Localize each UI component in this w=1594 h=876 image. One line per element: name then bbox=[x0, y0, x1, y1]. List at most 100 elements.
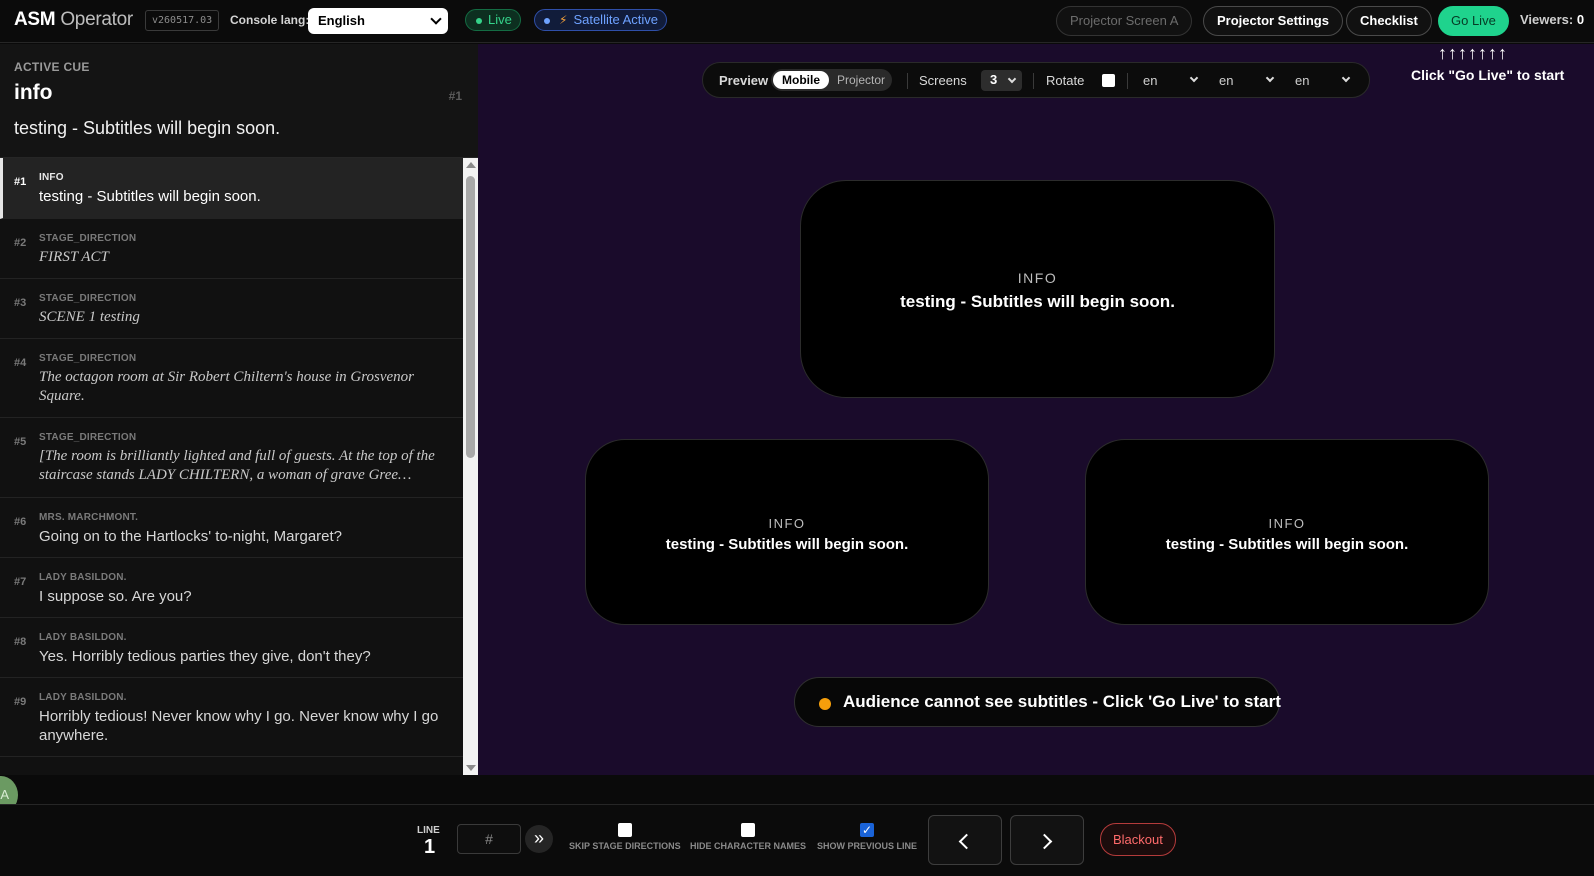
viewers-count: Viewers: 0 bbox=[1520, 12, 1584, 27]
screen-2-lang-value: en bbox=[1219, 73, 1234, 88]
mode-mobile-button[interactable]: Mobile bbox=[773, 71, 829, 89]
cue-type: STAGE_DIRECTION bbox=[39, 353, 137, 364]
cue-row[interactable]: #1 INFO testing - Subtitles will begin soo… bbox=[0, 158, 463, 219]
scroll-up-icon[interactable] bbox=[466, 162, 476, 168]
cue-type: LADY BASILDON. bbox=[39, 692, 127, 703]
mode-projector-button[interactable]: Projector bbox=[835, 69, 887, 91]
cue-row[interactable]: #3 STAGE_DIRECTION SCENE 1 testing bbox=[0, 279, 463, 339]
lightning-icon: ⚡ bbox=[559, 13, 568, 27]
cue-text: [The room is brilliantly lighted and ful… bbox=[39, 448, 435, 483]
previous-cue-button[interactable] bbox=[928, 815, 1002, 865]
cue-text: The octagon room at Sir Robert Chiltern'… bbox=[39, 369, 414, 404]
rotate-label: Rotate bbox=[1046, 73, 1085, 88]
cue-number: #1 bbox=[14, 176, 27, 188]
console-lang-label: Console lang: bbox=[230, 13, 310, 27]
screen-2-lang-select[interactable]: en bbox=[1219, 73, 1279, 88]
console-lang-value: English bbox=[318, 13, 365, 28]
active-cue-type: info bbox=[14, 81, 53, 104]
cue-text: SCENE 1 testing bbox=[39, 309, 140, 325]
cue-number: #6 bbox=[14, 516, 27, 528]
cue-row[interactable]: #7 LADY BASILDON. I suppose so. Are you? bbox=[0, 558, 463, 618]
projector-screen-button[interactable]: Projector Screen A bbox=[1056, 6, 1193, 36]
checklist-button[interactable]: Checklist bbox=[1346, 6, 1432, 36]
hide-character-names-option[interactable]: HIDE CHARACTER NAMES bbox=[690, 823, 806, 851]
chevron-left-icon bbox=[958, 833, 975, 850]
brand-name: ASM bbox=[14, 9, 56, 30]
show-previous-line-label: SHOW PREVIOUS LINE bbox=[817, 841, 918, 851]
screen-1-lang-select[interactable]: en bbox=[1143, 73, 1203, 88]
preview-screen-3: INFO testing - Subtitles will begin soon… bbox=[1085, 439, 1489, 625]
preview-label: Preview bbox=[719, 73, 769, 88]
cue-number: #2 bbox=[14, 237, 27, 249]
cue-type: INFO bbox=[39, 172, 64, 183]
active-cue-text: testing - Subtitles will begin soon. bbox=[14, 118, 281, 138]
console-lang-select[interactable]: English bbox=[308, 8, 448, 34]
cue-text: I suppose so. Are you? bbox=[39, 588, 192, 605]
cue-row[interactable]: #8 LADY BASILDON. Yes. Horribly tedious pa… bbox=[0, 618, 463, 678]
skip-stage-directions-checkbox[interactable] bbox=[617, 823, 632, 837]
cue-text: Going on to the Hartlocks' to-night, Mar… bbox=[39, 528, 343, 545]
blackout-button[interactable]: Blackout bbox=[1100, 823, 1176, 856]
scroll-down-icon[interactable] bbox=[466, 765, 476, 771]
show-previous-line-option[interactable]: ✓ SHOW PREVIOUS LINE bbox=[817, 823, 917, 851]
viewers-label: Viewers: bbox=[1520, 12, 1574, 27]
screens-label: Screens bbox=[919, 73, 967, 88]
preview-mode-toggle[interactable]: Mobile Projector bbox=[771, 69, 892, 91]
screen-1-lang-value: en bbox=[1143, 73, 1158, 88]
jump-to-line-button[interactable]: » bbox=[525, 825, 553, 853]
divider bbox=[1127, 73, 1128, 89]
chevron-down-icon bbox=[1007, 74, 1017, 84]
cue-row[interactable]: #4 STAGE_DIRECTION The octagon room at Sir… bbox=[0, 339, 463, 418]
cue-type: LADY BASILDON. bbox=[39, 632, 127, 643]
cue-number: #7 bbox=[14, 576, 27, 588]
screens-select[interactable]: 3 bbox=[981, 70, 1022, 91]
cue-type: STAGE_DIRECTION bbox=[39, 432, 137, 443]
projector-settings-button[interactable]: Projector Settings bbox=[1203, 6, 1343, 36]
screen-cue-text: testing - Subtitles will begin soon. bbox=[665, 536, 909, 553]
warning-dot-icon bbox=[819, 698, 831, 710]
top-bar: ASM Operator v260517.03 Console lang: Eng… bbox=[0, 0, 1594, 43]
cue-row[interactable]: #6 MRS. MARCHMONT. Going on to the Hartloc… bbox=[0, 498, 463, 558]
go-live-hint-arrows: ↑↑↑↑↑↑↑ bbox=[1438, 43, 1508, 63]
cue-row[interactable]: #5 STAGE_DIRECTION [The room is brilliantl… bbox=[0, 418, 463, 498]
divider bbox=[907, 73, 908, 89]
active-cue-panel: ACTIVE CUE info #1 testing - Subtitles w… bbox=[0, 44, 478, 158]
hide-character-names-checkbox[interactable] bbox=[741, 823, 755, 837]
scroll-thumb[interactable] bbox=[466, 176, 475, 458]
cue-type: STAGE_DIRECTION bbox=[39, 293, 137, 304]
cue-number: #5 bbox=[14, 436, 27, 448]
brand-subtitle: Operator bbox=[60, 9, 133, 30]
cue-text: FIRST ACT bbox=[39, 249, 109, 265]
hide-character-names-label: HIDE CHARACTER NAMES bbox=[690, 841, 807, 851]
cue-list[interactable]: #1 INFO testing - Subtitles will begin soo… bbox=[0, 158, 463, 775]
cue-text: Yes. Horribly tedious parties they give,… bbox=[39, 648, 371, 665]
cue-text: Horribly tedious! Never know why I go. N… bbox=[39, 708, 439, 744]
audience-notice-text: Audience cannot see subtitles - Click 'G… bbox=[843, 692, 1281, 711]
show-previous-line-checkbox[interactable]: ✓ bbox=[860, 823, 874, 837]
cue-number: #9 bbox=[14, 696, 27, 708]
preview-screen-2: INFO testing - Subtitles will begin soon… bbox=[585, 439, 989, 625]
viewers-value: 0 bbox=[1576, 12, 1585, 27]
screen-cue-text: testing - Subtitles will begin soon. bbox=[900, 292, 1175, 311]
screen-3-lang-select[interactable]: en bbox=[1295, 73, 1355, 88]
satellite-status-badge: ⚡ Satellite Active bbox=[534, 9, 667, 31]
chevron-down-icon bbox=[430, 13, 442, 25]
cue-row[interactable]: #9 LADY BASILDON. Horribly tedious! Never … bbox=[0, 678, 463, 757]
active-cue-number: #1 bbox=[448, 89, 462, 103]
preview-toolbar: Preview Mobile Projector Screens 3 Rotat… bbox=[702, 62, 1370, 98]
cue-row[interactable]: #2 STAGE_DIRECTION FIRST ACT bbox=[0, 219, 463, 279]
active-cue-label: ACTIVE CUE bbox=[14, 60, 90, 74]
satellite-label: Satellite Active bbox=[573, 12, 658, 27]
screen-cue-type: INFO bbox=[768, 516, 806, 531]
go-live-hint: Click "Go Live" to start bbox=[1411, 67, 1565, 83]
cue-list-scrollbar[interactable] bbox=[463, 158, 478, 775]
rotate-checkbox[interactable] bbox=[1102, 74, 1115, 87]
go-live-button[interactable]: Go Live bbox=[1438, 6, 1509, 36]
next-cue-button[interactable] bbox=[1010, 815, 1084, 865]
skip-stage-directions-label: SKIP STAGE DIRECTIONS bbox=[569, 841, 681, 851]
skip-stage-directions-option[interactable]: SKIP STAGE DIRECTIONS bbox=[569, 823, 681, 851]
chevron-down-icon bbox=[1189, 73, 1199, 83]
line-jump-input[interactable]: # bbox=[457, 824, 521, 854]
current-line-number: 1 bbox=[424, 836, 436, 858]
divider bbox=[1033, 73, 1034, 89]
